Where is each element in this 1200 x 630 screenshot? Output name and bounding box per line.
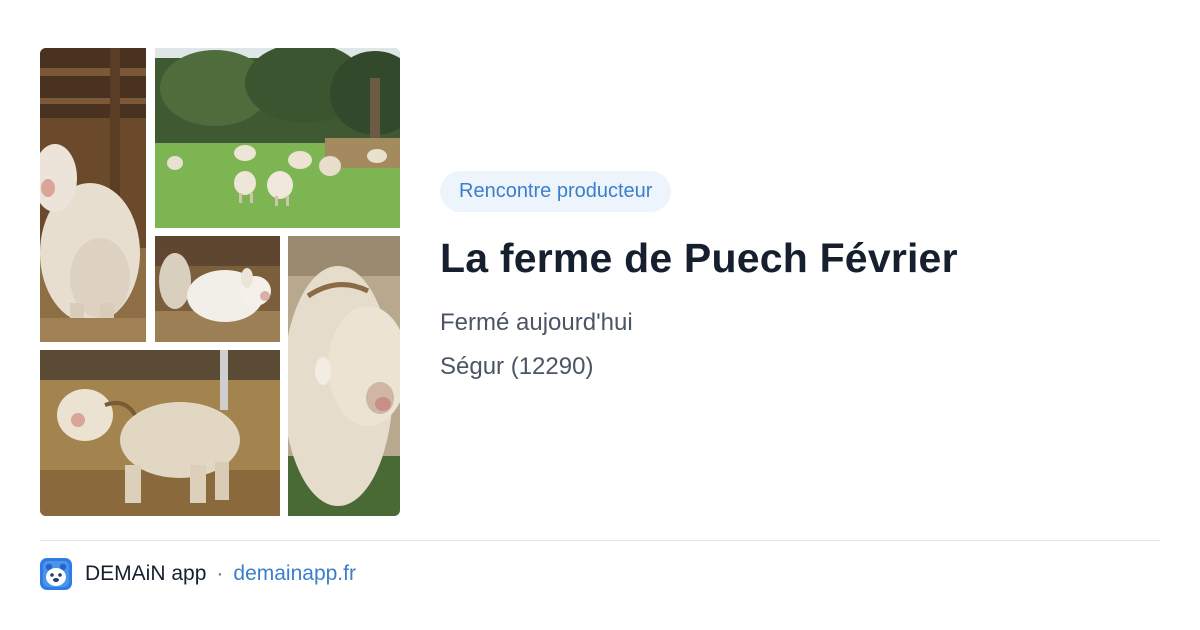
category-badge: Rencontre producteur — [440, 171, 672, 212]
baby-goat-photo — [155, 236, 280, 342]
app-name: DEMAiN app — [85, 562, 207, 585]
photo-collage[interactable] — [40, 48, 400, 516]
footer-separator: · — [216, 562, 224, 585]
divider — [40, 540, 1160, 541]
angora-goat-straw-photo — [40, 350, 280, 516]
location-label: Ségur (12290) — [440, 353, 594, 380]
goat-closeup-photo — [288, 236, 400, 516]
opening-status: Fermé aujourd'hui — [440, 309, 633, 336]
producer-info: Rencontre producteur La ferme de Puech F… — [440, 171, 1160, 382]
angora-goat-barn-photo — [40, 48, 146, 342]
footer: DEMAiN app · demainapp.fr — [40, 558, 356, 590]
goats-in-meadow-photo — [155, 48, 400, 228]
demain-app-icon — [40, 558, 72, 590]
page-title[interactable]: La ferme de Puech Février — [440, 233, 1160, 283]
app-url-link[interactable]: demainapp.fr — [233, 562, 356, 586]
share-card: Rencontre producteur La ferme de Puech F… — [0, 0, 1200, 630]
